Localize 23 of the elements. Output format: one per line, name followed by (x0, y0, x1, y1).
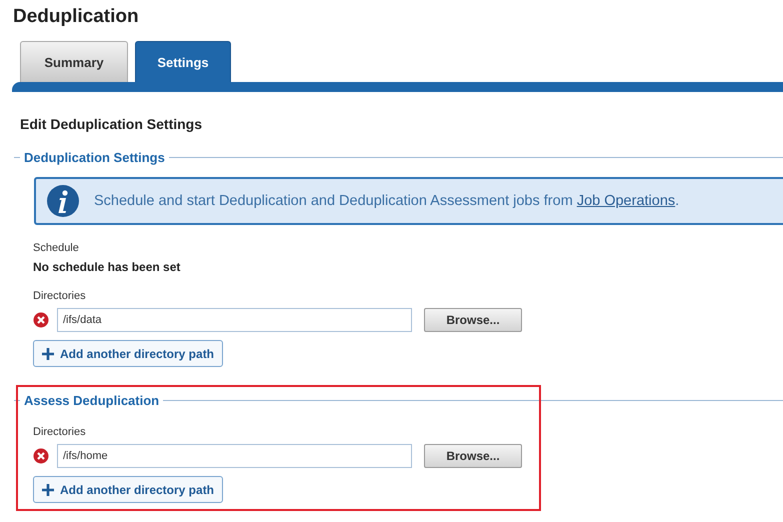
fieldset-legend: Assess Deduplication (24, 393, 160, 408)
page-title: Deduplication (12, 5, 140, 29)
job-operations-link[interactable]: Job Operations (576, 193, 676, 209)
browse-button[interactable]: Browse... (424, 444, 522, 468)
info-icon (46, 184, 80, 218)
field-label: Schedule (33, 242, 80, 254)
plus-icon (42, 348, 54, 360)
add-path-button[interactable]: Add another directory path (33, 476, 224, 503)
remove-icon[interactable] (33, 312, 49, 328)
info-message: Schedule and start Deduplication and Deduplication Assessment jobs from Job Operations. (94, 193, 680, 209)
schedule-value: No schedule has been set (33, 260, 182, 274)
plus-icon (42, 484, 54, 496)
browse-button[interactable]: Browse... (424, 308, 522, 332)
tab[interactable]: Settings (135, 41, 231, 82)
tab[interactable]: Summary (20, 41, 128, 82)
fieldset-legend: Deduplication Settings (24, 150, 165, 165)
add-path-button[interactable]: Add another directory path (33, 340, 224, 367)
field-label: Directories (33, 426, 87, 438)
field-label: Directories (33, 290, 87, 302)
directory-input[interactable]: /ifs/data (57, 308, 412, 332)
section-heading: Edit Deduplication Settings (19, 115, 204, 134)
remove-icon[interactable] (33, 448, 49, 464)
directory-input[interactable]: /ifs/home (57, 444, 412, 468)
